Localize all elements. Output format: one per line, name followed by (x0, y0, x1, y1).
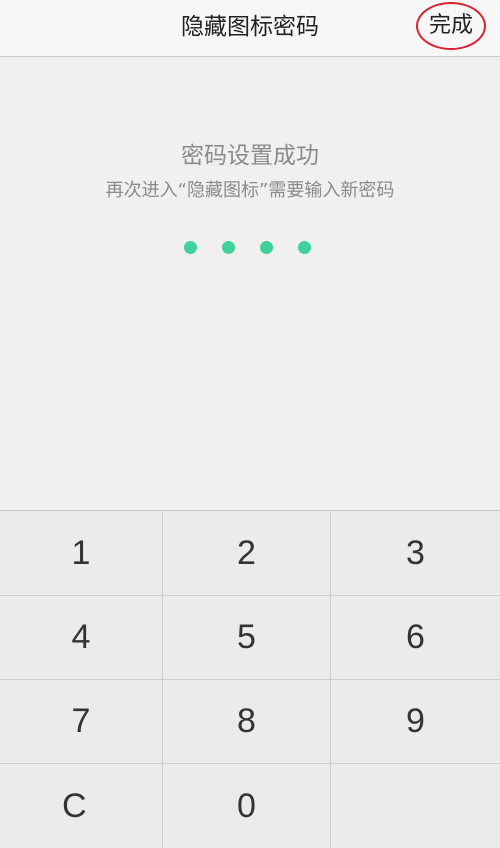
status-subtitle: 再次进入“隐藏图标”需要输入新密码 (105, 180, 395, 201)
number-keypad: 1 2 3 4 5 6 7 8 9 C 0 (0, 510, 500, 848)
passcode-dot (184, 241, 197, 254)
key-9[interactable]: 9 (331, 680, 500, 764)
key-0[interactable]: 0 (163, 764, 331, 848)
key-1[interactable]: 1 (0, 511, 163, 596)
key-3[interactable]: 3 (331, 511, 500, 596)
key-7[interactable]: 7 (0, 680, 163, 764)
passcode-dots (0, 241, 500, 257)
key-6[interactable]: 6 (331, 596, 500, 680)
status-title: 密码设置成功 (181, 143, 319, 169)
key-4[interactable]: 4 (0, 596, 163, 680)
key-8[interactable]: 8 (163, 680, 331, 764)
done-button[interactable]: 完成 (416, 2, 486, 50)
key-2[interactable]: 2 (163, 511, 331, 596)
passcode-dot (222, 241, 235, 254)
passcode-dot (260, 241, 273, 254)
clear-key[interactable]: C (0, 764, 163, 848)
passcode-dot (298, 241, 311, 254)
empty-key (331, 764, 500, 848)
key-5[interactable]: 5 (163, 596, 331, 680)
screen: 隐藏图标密码 完成 密码设置成功 再次进入“隐藏图标”需要输入新密码 1 2 3… (0, 0, 500, 848)
header-bar: 隐藏图标密码 完成 (0, 0, 500, 57)
